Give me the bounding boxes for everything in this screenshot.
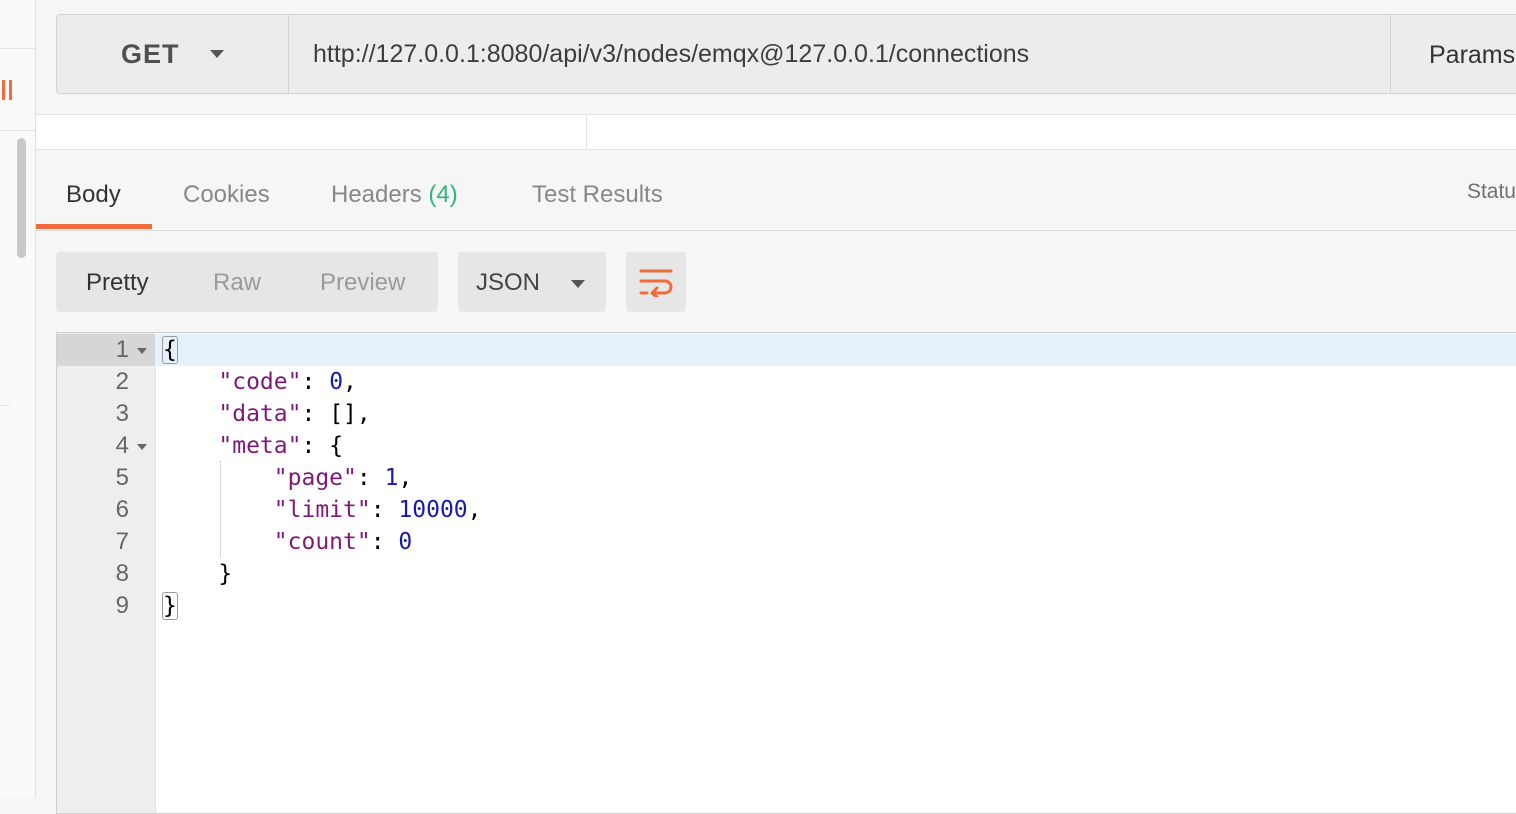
json-key: "data" — [218, 401, 302, 427]
language-select-label: JSON — [476, 269, 541, 296]
json-key: "code" — [218, 369, 302, 395]
chevron-down-icon — [570, 279, 585, 288]
json-number: 0 — [398, 529, 413, 555]
json-key: "count" — [273, 529, 371, 555]
wrap-lines-button[interactable] — [626, 252, 686, 312]
code-line: 3 "data": [], — [57, 398, 1516, 430]
code-line: 7 "count": 0 — [57, 526, 1516, 558]
code-line: 2 "code": 0, — [57, 366, 1516, 398]
fold-caret-icon[interactable] — [137, 348, 147, 354]
text-wrap-icon — [639, 269, 673, 297]
line-number: 9 — [115, 592, 129, 619]
code-line: 9 } — [57, 590, 1516, 622]
method-select[interactable]: GET — [57, 15, 289, 93]
sidebar-collapse-icon[interactable] — [2, 80, 12, 100]
tab-test-results[interactable]: Test Results — [532, 150, 663, 230]
format-pretty-button[interactable]: Pretty — [86, 252, 149, 312]
tab-headers[interactable]: Headers (4) — [331, 150, 458, 230]
code-line: 4 "meta": { — [57, 430, 1516, 462]
status-label: Statu — [1466, 180, 1516, 203]
response-body-editor[interactable]: 1 { 2 "code": 0, 3 "data": [], 4 "meta":… — [56, 332, 1516, 814]
json-key: "page" — [273, 465, 357, 491]
code-line: 1 { — [57, 334, 1516, 366]
band-divider — [586, 115, 587, 149]
left-sidebar — [0, 0, 36, 798]
line-number: 3 — [115, 400, 129, 427]
sidebar-divider — [0, 48, 35, 49]
json-key: "meta" — [218, 433, 302, 459]
open-brace: { — [329, 433, 344, 459]
json-number: 10000 — [398, 497, 468, 523]
line-number: 1 — [115, 336, 129, 363]
sidebar-divider — [0, 130, 35, 131]
format-raw-button[interactable]: Raw — [213, 252, 261, 312]
line-number: 4 — [115, 432, 129, 459]
tab-cookies[interactable]: Cookies — [183, 150, 270, 230]
line-number: 2 — [115, 368, 129, 395]
request-bar: GET http://127.0.0.1:8080/api/v3/nodes/e… — [56, 14, 1516, 94]
request-options-band — [36, 114, 1516, 150]
method-label: GET — [121, 38, 180, 69]
line-number: 5 — [115, 464, 129, 491]
line-number: 7 — [115, 528, 129, 555]
format-toggle-group: Pretty Raw Preview — [56, 252, 438, 312]
open-brace: { — [162, 336, 178, 364]
params-button[interactable]: Params — [1390, 15, 1516, 93]
tab-headers-label: Headers — [331, 181, 422, 208]
fold-caret-icon[interactable] — [137, 444, 147, 450]
response-tabs: Body Cookies Headers (4) Test Results St… — [36, 150, 1516, 231]
json-number: 1 — [384, 465, 399, 491]
code-line: 6 "limit": 10000, — [57, 494, 1516, 526]
close-brace: } — [162, 592, 178, 620]
chevron-down-icon — [209, 50, 224, 58]
sidebar-scrollbar[interactable] — [17, 138, 26, 258]
sidebar-divider — [0, 405, 10, 406]
format-preview-button[interactable]: Preview — [320, 252, 405, 312]
line-number: 6 — [115, 496, 129, 523]
url-input[interactable]: http://127.0.0.1:8080/api/v3/nodes/emqx@… — [313, 15, 1029, 93]
line-number: 8 — [115, 560, 129, 587]
json-number: 0 — [329, 369, 344, 395]
tab-body[interactable]: Body — [66, 150, 121, 230]
code-line: 8 } — [57, 558, 1516, 590]
json-array: [] — [329, 401, 357, 427]
language-select[interactable]: JSON — [458, 252, 606, 312]
headers-count-badge: (4) — [428, 181, 458, 208]
close-brace: } — [218, 561, 233, 587]
json-key: "limit" — [273, 497, 371, 523]
active-tab-indicator — [36, 224, 152, 229]
code-line: 5 "page": 1, — [57, 462, 1516, 494]
